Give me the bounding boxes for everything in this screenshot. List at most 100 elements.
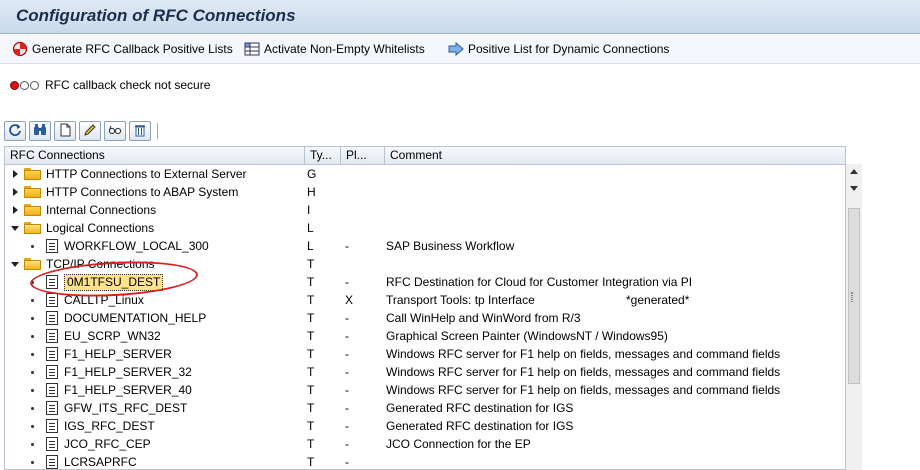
destination-document-icon bbox=[46, 401, 58, 415]
tree-bullet-icon bbox=[31, 335, 34, 338]
connection-type: G bbox=[307, 167, 317, 181]
destination-name[interactable]: CALLTP_Linux bbox=[64, 291, 144, 309]
destination-name[interactable]: IGS_RFC_DEST bbox=[64, 417, 155, 435]
connection-type: T bbox=[307, 437, 315, 451]
tree-row[interactable]: LCRSAPRFC T - bbox=[5, 453, 845, 469]
destination-name[interactable]: LCRSAPRFC bbox=[64, 453, 137, 469]
expand-icon[interactable] bbox=[11, 183, 21, 201]
destination-name[interactable]: F1_HELP_SERVER bbox=[64, 345, 172, 363]
collapse-icon[interactable] bbox=[11, 255, 21, 273]
destination-document-icon bbox=[46, 275, 58, 289]
connection-type: T bbox=[307, 401, 315, 415]
comment-generated-tag: *generated* bbox=[626, 293, 690, 307]
status-text: RFC callback check not secure bbox=[45, 78, 211, 92]
destination-name[interactable]: F1_HELP_SERVER_32 bbox=[64, 363, 192, 381]
delete-button[interactable] bbox=[129, 121, 151, 141]
tree-row[interactable]: GFW_ITS_RFC_DEST T - Generated RFC destinat… bbox=[5, 399, 845, 417]
comment-text: Transport Tools: tp Interface bbox=[386, 293, 535, 307]
destination-name[interactable]: EU_SCRP_WN32 bbox=[64, 327, 161, 345]
tree-bullet-icon bbox=[31, 443, 34, 446]
folder-icon bbox=[24, 186, 41, 198]
scroll-thumb[interactable] bbox=[848, 208, 860, 384]
tree-row[interactable]: WORKFLOW_LOCAL_300 L - SAP Business Workflo… bbox=[5, 237, 845, 255]
tree-row[interactable]: EU_SCRP_WN32 T - Graphical Screen Painter (… bbox=[5, 327, 845, 345]
comment-text: SAP Business Workflow bbox=[386, 239, 515, 253]
expand-icon[interactable] bbox=[11, 165, 21, 183]
tree-folder-row[interactable]: TCP/IP Connections T bbox=[5, 255, 845, 273]
destination-name[interactable]: JCO_RFC_CEP bbox=[64, 435, 151, 453]
tree-row[interactable]: F1_HELP_SERVER T - Windows RFC server for F… bbox=[5, 345, 845, 363]
collapse-icon[interactable] bbox=[11, 219, 21, 237]
column-header-rfc-connections[interactable]: RFC Connections bbox=[5, 147, 305, 165]
tree-row[interactable]: 0M1TFSU_DEST T - RFC Destination for Cloud … bbox=[5, 273, 845, 291]
tree-row[interactable]: JCO_RFC_CEP T - JCO Connection for the EP bbox=[5, 435, 845, 453]
destination-name[interactable]: F1_HELP_SERVER_40 bbox=[64, 381, 192, 399]
scroll-up-icon[interactable] bbox=[850, 169, 858, 174]
comment-text: Windows RFC server for F1 help on fields… bbox=[386, 365, 781, 379]
pl-value: - bbox=[345, 455, 349, 469]
destination-document-icon bbox=[46, 239, 58, 253]
generate-icon bbox=[12, 41, 28, 57]
tree-row[interactable]: DOCUMENTATION_HELP T - Call WinHelp and Win… bbox=[5, 309, 845, 327]
tree-folder-row[interactable]: Logical Connections L bbox=[5, 219, 845, 237]
scroll-down-icon[interactable] bbox=[850, 186, 858, 191]
tree-folder-row[interactable]: HTTP Connections to ABAP System H bbox=[5, 183, 845, 201]
pl-value: - bbox=[345, 365, 349, 379]
destination-document-icon bbox=[46, 329, 58, 343]
connection-type: T bbox=[307, 419, 315, 433]
create-button[interactable] bbox=[54, 121, 76, 141]
connection-type: T bbox=[307, 455, 315, 469]
arrow-right-icon bbox=[448, 41, 464, 57]
destination-document-icon bbox=[46, 455, 58, 469]
destination-name[interactable]: DOCUMENTATION_HELP bbox=[64, 309, 206, 327]
tree-bullet-icon bbox=[31, 425, 34, 428]
column-header-type[interactable]: Ty... bbox=[305, 147, 341, 165]
tree-row[interactable]: F1_HELP_SERVER_40 T - Windows RFC server fo… bbox=[5, 381, 845, 399]
pencil-icon bbox=[83, 123, 97, 140]
traffic-light-icon bbox=[10, 80, 39, 90]
generate-callback-lists-button[interactable]: Generate RFC Callback Positive Lists bbox=[12, 40, 233, 58]
tree-bullet-icon bbox=[31, 317, 34, 320]
vertical-scrollbar[interactable] bbox=[846, 164, 862, 470]
tree-header: RFC Connections Ty... Pl... Comment bbox=[5, 147, 845, 165]
connection-type: L bbox=[307, 239, 314, 253]
folder-label[interactable]: HTTP Connections to ABAP System bbox=[46, 183, 238, 201]
new-document-icon bbox=[58, 123, 72, 140]
folder-label[interactable]: Internal Connections bbox=[46, 201, 156, 219]
comment-text: Call WinHelp and WinWord from R/3 bbox=[386, 311, 581, 325]
connection-type: T bbox=[307, 365, 315, 379]
destination-name[interactable]: GFW_ITS_RFC_DEST bbox=[64, 399, 187, 417]
connection-type: I bbox=[307, 203, 311, 217]
tree-row[interactable]: F1_HELP_SERVER_32 T - Windows RFC server fo… bbox=[5, 363, 845, 381]
column-header-comment[interactable]: Comment bbox=[385, 147, 845, 165]
tree-row[interactable]: IGS_RFC_DEST T - Generated RFC destination … bbox=[5, 417, 845, 435]
callback-status: RFC callback check not secure bbox=[10, 78, 210, 92]
expand-icon[interactable] bbox=[11, 201, 21, 219]
destination-document-icon bbox=[46, 347, 58, 361]
folder-label[interactable]: Logical Connections bbox=[46, 219, 154, 237]
find-button[interactable] bbox=[29, 121, 51, 141]
destination-name[interactable]: WORKFLOW_LOCAL_300 bbox=[64, 237, 209, 255]
destination-document-icon bbox=[46, 437, 58, 451]
refresh-button[interactable] bbox=[4, 121, 26, 141]
comment-text: Windows RFC server for F1 help on fields… bbox=[386, 347, 781, 361]
destination-name[interactable]: 0M1TFSU_DEST bbox=[64, 274, 164, 291]
change-button[interactable] bbox=[79, 121, 101, 141]
activate-whitelists-button[interactable]: Activate Non-Empty Whitelists bbox=[244, 40, 425, 58]
folder-label[interactable]: TCP/IP Connections bbox=[46, 255, 155, 273]
positive-list-dynamic-button[interactable]: Positive List for Dynamic Connections bbox=[448, 40, 669, 58]
pl-value: - bbox=[345, 311, 349, 325]
application-toolbar: Generate RFC Callback Positive Lists Act… bbox=[0, 34, 920, 64]
tree-folder-row[interactable]: HTTP Connections to External Server G bbox=[5, 165, 845, 183]
comment-text: RFC Destination for Cloud for Customer I… bbox=[386, 275, 693, 289]
tree-row[interactable]: CALLTP_Linux T X Transport Tools: tp Interf… bbox=[5, 291, 845, 309]
tree-bullet-icon bbox=[31, 353, 34, 356]
tree-bullet-icon bbox=[31, 299, 34, 302]
test-button[interactable] bbox=[104, 121, 126, 141]
folder-label[interactable]: HTTP Connections to External Server bbox=[46, 165, 247, 183]
pl-value: - bbox=[345, 401, 349, 415]
destination-document-icon bbox=[46, 311, 58, 325]
column-header-pl[interactable]: Pl... bbox=[341, 147, 385, 165]
connection-type: T bbox=[307, 257, 315, 271]
tree-folder-row[interactable]: Internal Connections I bbox=[5, 201, 845, 219]
